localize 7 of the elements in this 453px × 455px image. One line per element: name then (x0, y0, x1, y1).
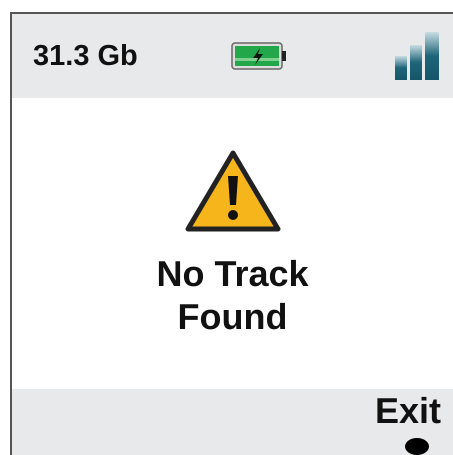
storage-label: 31.3 Gb (33, 40, 139, 72)
warning-icon (184, 150, 280, 232)
softkey-dot-icon (405, 438, 429, 455)
no-track-message: No Track Found (155, 252, 310, 338)
exit-softkey[interactable]: Exit (374, 393, 441, 429)
battery-icon (231, 42, 287, 70)
signal-icon (395, 32, 439, 80)
